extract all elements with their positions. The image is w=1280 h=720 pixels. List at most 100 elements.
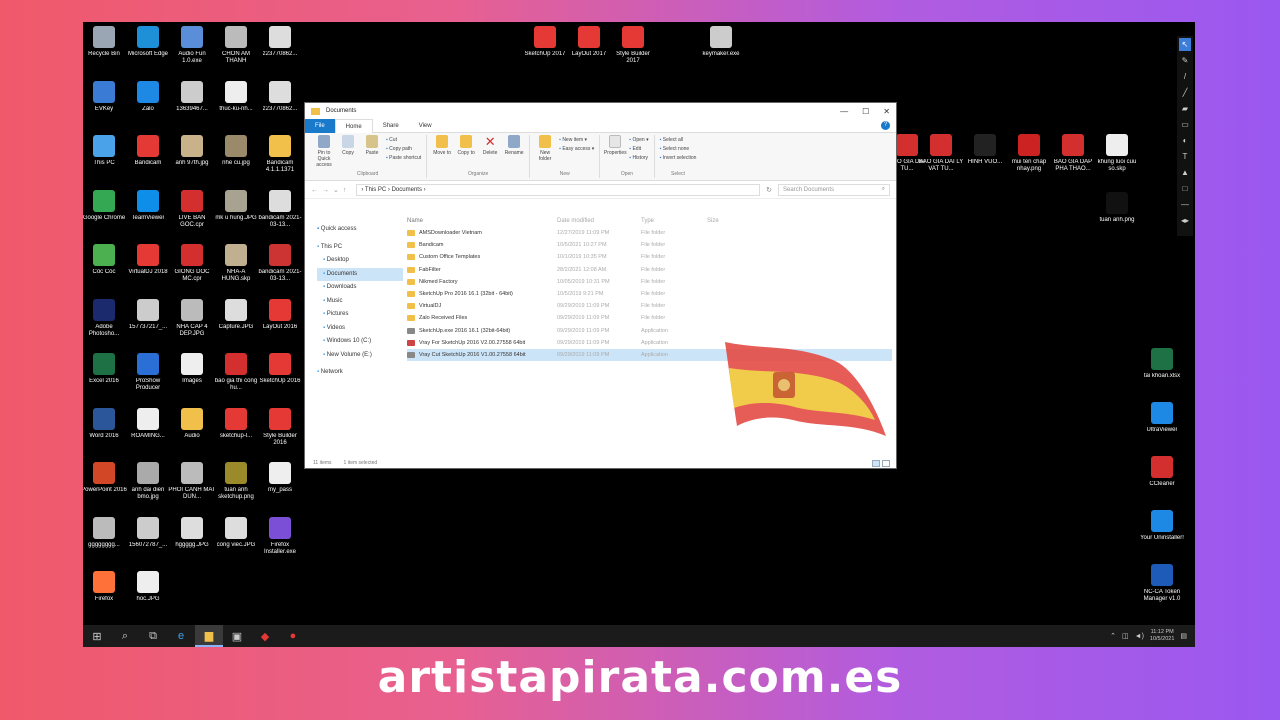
marker-tool-icon[interactable]: ▰ [1179,102,1191,115]
desktop-icon[interactable]: CHON AM THANH [212,26,260,65]
nav-item[interactable]: ▪ Videos [317,322,403,336]
nav-arrows[interactable]: ←→⌄↑ [311,186,350,194]
desktop-icon[interactable]: z23770862... [256,80,304,113]
nav-item[interactable]: ▪ Documents [317,267,403,281]
desktop-icon[interactable]: NC-CA Token Manager v1.0 [1138,564,1186,603]
copy-button[interactable]: Copy [338,135,358,156]
desktop-icon[interactable]: bandicam 2021-03-13... [256,244,304,283]
file-row[interactable]: Nikmed Factory 10/05/2019 10:31 PM File fo… [407,276,892,288]
desktop-icon[interactable]: SketchUp 2016 [256,353,304,385]
desktop-icon[interactable]: thuc-ku-nh... [212,80,260,113]
file-row[interactable]: SketchUp Pro 2016 16.1 (32bit - 64bit) 10… [407,288,892,300]
desktop-icon[interactable]: Bandicam 4.1.1.1371 [256,135,304,174]
desktop-icon[interactable]: Capture.JPG [212,298,260,331]
desktop-icon[interactable]: SketchUp 2017 [521,26,569,58]
file-row[interactable]: VirtualDJ 09/29/2019 11:09 PM File folder [407,300,892,312]
column-type[interactable]: Type [641,218,707,224]
desktop-icon[interactable]: HINH VUO... [961,134,1009,166]
pencil-tool-icon[interactable]: / [1179,70,1191,83]
desktop-icon[interactable]: tai khoan.xlsx [1138,348,1186,380]
desktop-icon[interactable]: hoc.JPG [124,571,172,603]
desktop-icon[interactable]: PHOI CANH MAT DUN... [168,462,216,501]
tab-share[interactable]: Share [373,119,409,133]
file-row[interactable]: Bandicam 10/5/2021 10:27 PM File folder [407,239,892,251]
desktop-icon[interactable]: Excel 2016 [83,353,128,385]
desktop-icon[interactable]: tuan anh.png [1093,192,1141,224]
desktop-icon[interactable]: Microsoft Edge [124,26,172,58]
desktop-icon[interactable]: GIONG DOC MC.cpr [168,244,216,283]
nav-item[interactable]: ▪ Quick access [317,223,403,237]
cursor-tool-icon[interactable]: ↖ [1179,38,1191,51]
history-button[interactable]: History [629,155,648,161]
file-row[interactable]: Custom Office Templates 10/1/2019 10:35 P… [407,251,892,263]
desktop-icon[interactable]: Style Builder 2017 [609,26,657,65]
desktop-icon[interactable]: Your Uninstaller! [1138,510,1186,542]
search-icon[interactable]: ⌕ [111,625,139,647]
close-button[interactable]: ✕ [883,107,890,116]
desktop-icon[interactable]: CCleaner [1138,456,1186,488]
desktop-icon[interactable]: mk u hung.JPG [212,189,260,222]
nav-item[interactable]: ▪ Pictures [317,308,403,322]
rename-button[interactable]: Rename [504,135,524,156]
desktop-icon[interactable]: 13639467... [168,80,216,113]
desktop-icon[interactable]: ROAMING... [124,407,172,440]
desktop-icon[interactable]: BAO GIA DAP PHA THAO... [1049,134,1097,173]
desktop-icon[interactable]: Recycle Bin [83,26,128,58]
desktop-icon[interactable]: EVKey [83,80,128,113]
desktop-icon[interactable]: bao gia thi cong hu... [212,353,260,392]
pin-button[interactable]: Pin to Quick access [314,135,334,168]
nav-item[interactable]: ▪ Desktop [317,254,403,268]
desktop-icon[interactable]: 156072787_... [124,516,172,549]
desktop-icon[interactable]: Audio [168,407,216,440]
file-row[interactable]: Zalo Received Files 09/29/2019 11:09 PM Fi… [407,312,892,324]
desktop-icon[interactable]: Adobe Photosho... [83,298,128,338]
stamp-tool-icon[interactable]: ▲ [1179,166,1191,179]
store-icon[interactable]: ▣ [223,625,251,647]
desktop-icon[interactable]: VirtualDJ 2018 [124,244,172,276]
file-row[interactable]: AMSDownloader Vietnam 12/27/2019 11:09 PM… [407,227,892,239]
rectangle-tool-icon[interactable]: ▭ [1179,118,1191,131]
desktop-icon[interactable]: NHA CAP 4 DEP.JPG [168,298,216,338]
desktop-icon[interactable]: tuan anh sketchup.png [212,462,260,501]
nav-item[interactable]: ▪ Downloads [317,281,403,295]
network-tray-icon[interactable]: ◫ [1122,632,1129,640]
text-tool-icon[interactable]: T [1179,150,1191,163]
expand-toolbar-icon[interactable]: ◂▸ [1179,214,1191,227]
minimize-toolbar-icon[interactable]: — [1179,198,1191,211]
tab-view[interactable]: View [409,119,442,133]
maximize-button[interactable]: ☐ [862,107,869,116]
copy-path-button[interactable]: Copy path [386,146,421,152]
help-icon[interactable]: ? [881,121,890,130]
desktop-icon[interactable]: UltraViewer [1138,402,1186,434]
paste-button[interactable]: Paste [362,135,382,156]
select-none-button[interactable]: Select none [660,146,697,152]
desktop-icon[interactable]: bandicam 2021-03-13... [256,189,304,229]
desktop-icon[interactable]: Images [168,353,216,385]
start-icon[interactable]: ⊞ [83,625,111,647]
desktop-icon[interactable]: BAO GIA DAI LY VAT TU... [917,134,965,173]
desktop-icon[interactable]: Google Chrome [83,189,128,222]
cut-button[interactable]: Cut [386,137,421,143]
copy-to-button[interactable]: Copy to [456,135,476,156]
file-row[interactable]: SketchUp.exe 2016 16.1 (32bit-64bit) 09/2… [407,325,892,337]
desktop-icon[interactable]: Firefox [83,571,128,603]
column-date[interactable]: Date modified [557,218,641,224]
search-box[interactable]: Search Documents ⌕ [778,183,890,196]
desktop-icon[interactable]: This PC [83,135,128,167]
tab-file[interactable]: File [305,118,335,133]
column-size[interactable]: Size [707,218,747,224]
address-bar[interactable]: › This PC › Documents › [356,183,761,196]
notifications-icon[interactable]: ▤ [1180,632,1187,640]
easy-access-button[interactable]: Easy access ▾ [559,146,594,152]
desktop-icon[interactable]: LayOut 2016 [256,298,304,331]
large-icons-view-icon[interactable] [882,459,890,467]
desktop-icon[interactable]: my_pass [256,462,304,494]
desktop-icon[interactable]: ProShow Producer [124,353,172,392]
select-all-button[interactable]: Select all [660,137,697,143]
clock[interactable]: 11:12 PM 10/5/2021 [1150,629,1174,643]
new-folder-button[interactable]: New folder [535,135,555,162]
open-button[interactable]: Open ▾ [629,137,648,143]
desktop-icon[interactable]: Word 2016 [83,407,128,440]
desktop-icon[interactable]: anh dai dien bmo.jpg [124,462,172,501]
desktop-icon[interactable]: NHA-A HUNG.skp [212,244,260,283]
